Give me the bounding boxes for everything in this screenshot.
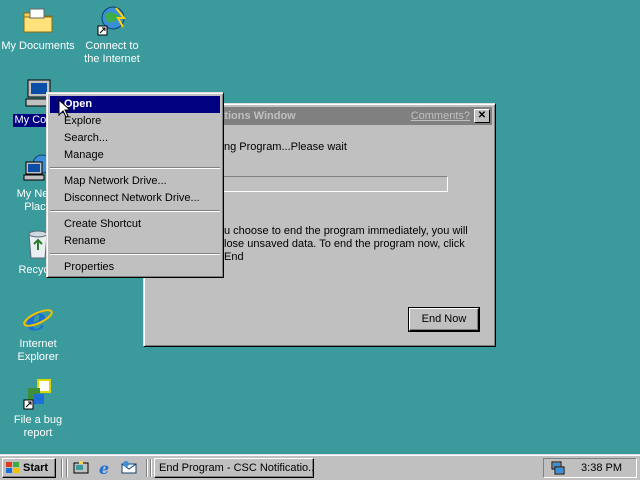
desktop-icon-my-documents[interactable]: My Documents	[0, 4, 76, 53]
taskbar-button-end-program[interactable]: End Program - CSC Notificatio...	[154, 458, 314, 478]
desktop-icon-internet-explorer[interactable]: e Internet Explorer	[0, 300, 76, 364]
end-now-button[interactable]: End Now	[409, 308, 479, 331]
desktop-icon-label: report	[23, 427, 53, 439]
context-menu: Open Explore Search... Manage Map Networ…	[46, 92, 224, 278]
menu-item-map-network-drive[interactable]: Map Network Drive...	[50, 173, 220, 190]
outlook-express-icon[interactable]	[121, 460, 137, 476]
taskbar-separator	[61, 459, 63, 477]
start-button[interactable]: Start	[2, 458, 56, 478]
menu-item-rename[interactable]: Rename	[50, 233, 220, 250]
desktop-icon-label: My Documents	[1, 40, 75, 52]
desktop-icon-label: Explorer	[17, 351, 59, 363]
menu-item-search[interactable]: Search...	[50, 130, 220, 147]
desktop: My Documents Connect to the Internet My …	[0, 0, 640, 454]
desktop-icon-label: Internet	[19, 338, 57, 350]
show-desktop-icon[interactable]	[73, 460, 89, 476]
close-button[interactable]: ✕	[474, 109, 490, 123]
internet-explorer-icon[interactable]: e	[97, 460, 113, 476]
mouse-cursor-icon	[58, 99, 70, 118]
taskbar: Start e End Program - CSC Notificatio...…	[0, 454, 640, 480]
menu-item-create-shortcut[interactable]: Create Shortcut	[50, 216, 220, 233]
desktop-icon-label: File a bug	[13, 414, 63, 426]
menu-item-manage[interactable]: Manage	[50, 147, 220, 164]
menu-item-properties[interactable]: Properties	[50, 259, 220, 276]
progress-bar	[222, 176, 448, 192]
system-tray: 3:38 PM	[543, 458, 637, 478]
menu-separator	[50, 253, 220, 255]
windows-logo-icon	[6, 462, 19, 473]
menu-separator	[50, 167, 220, 169]
menu-separator	[50, 210, 220, 212]
bug-report-icon	[22, 378, 54, 410]
menu-item-open[interactable]: Open	[50, 96, 220, 113]
internet-explorer-icon: e	[22, 300, 54, 338]
taskbar-separator	[146, 459, 148, 477]
connect-internet-icon	[96, 4, 128, 36]
taskbar-separator	[66, 459, 68, 477]
clock[interactable]: 3:38 PM	[581, 462, 622, 474]
svg-text:e: e	[99, 460, 109, 476]
warning-message: u choose to end the program immediately,…	[224, 225, 468, 263]
desktop-icon-label: Connect to	[85, 40, 139, 52]
menu-item-disconnect-network-drive[interactable]: Disconnect Network Drive...	[50, 190, 220, 207]
start-label: Start	[23, 462, 49, 474]
desktop-icon-label: the Internet	[84, 53, 140, 65]
taskbar-separator	[150, 459, 152, 477]
menu-item-explore[interactable]: Explore	[50, 113, 220, 130]
desktop-icon-bug-report[interactable]: File a bug report	[0, 378, 76, 440]
status-message: ng Program...Please wait	[224, 141, 347, 153]
folder-documents-icon	[22, 4, 54, 36]
comments-link[interactable]: Comments?	[411, 110, 470, 122]
desktop-icon-connect-internet[interactable]: Connect to the Internet	[74, 4, 150, 66]
network-connection-icon[interactable]	[550, 461, 566, 475]
